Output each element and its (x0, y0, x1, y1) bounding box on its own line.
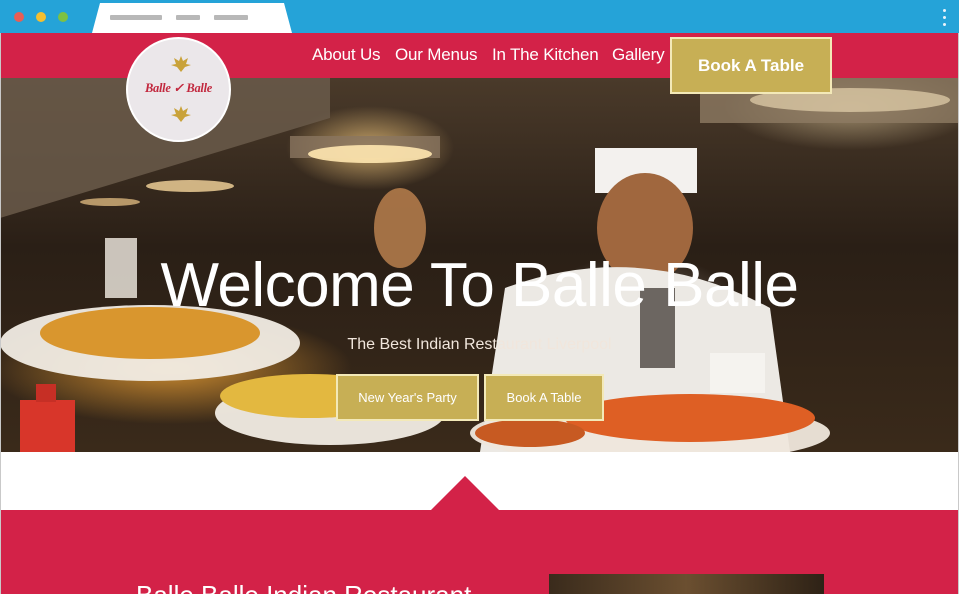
hero-banner: Welcome To Balle Balle The Best Indian R… (0, 78, 959, 452)
window-border-left (0, 33, 1, 594)
section-notch (430, 476, 500, 511)
kebab-menu-icon[interactable] (943, 9, 947, 26)
site-logo[interactable]: Balle ✓ Balle (126, 37, 231, 142)
hero-subtitle: The Best Indian Restaurant Liverpool (347, 336, 612, 353)
logo-wordmark: Balle ✓ Balle (145, 81, 212, 95)
minimize-window-icon[interactable] (36, 12, 46, 22)
browser-tab[interactable] (92, 3, 292, 33)
tab-placeholder-line (214, 15, 248, 20)
nav-in-the-kitchen[interactable]: In The Kitchen (492, 45, 599, 65)
intro-photo (549, 574, 824, 594)
nav-about-us[interactable]: About Us (312, 45, 381, 65)
crown-ornament-icon (171, 106, 191, 122)
tab-placeholder-line (110, 15, 162, 20)
nav-our-menus[interactable]: Our Menus (395, 45, 477, 65)
tab-placeholder-line (176, 15, 200, 20)
hero-title: Welcome To Balle Balle (160, 251, 799, 320)
zoom-window-icon[interactable] (58, 12, 68, 22)
crown-ornament-icon (171, 56, 191, 72)
browser-toolbar (0, 0, 959, 33)
book-a-table-button[interactable]: Book A Table (670, 37, 832, 94)
new-years-party-button[interactable]: New Year's Party (336, 374, 479, 421)
hero-book-a-table-button[interactable]: Book A Table (484, 374, 604, 421)
intro-heading: Balle Balle Indian Restaurant (136, 580, 472, 610)
nav-gallery[interactable]: Gallery (612, 45, 665, 65)
close-window-icon[interactable] (14, 12, 24, 22)
